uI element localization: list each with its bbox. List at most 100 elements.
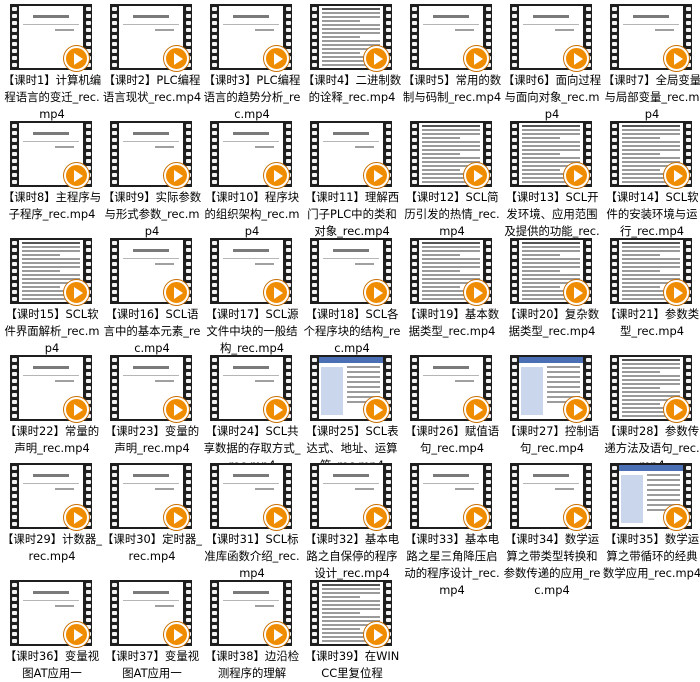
video-file-item[interactable]: 【课时31】SCL标准库函数介绍_rec.mp4 (202, 461, 302, 580)
video-file-item[interactable]: 【课时30】定时器_rec.mp4 (102, 461, 202, 571)
video-file-item[interactable]: 【课时18】SCL各个程序块的结构_rec.mp4 (302, 236, 402, 355)
video-file-item[interactable]: 【课时37】变量视图AT应用一 (102, 578, 202, 680)
file-name-label: 【课时1】计算机编程语言的变迁_rec.mp4 (2, 73, 102, 121)
video-file-item[interactable]: 【课时8】主程序与子程序_rec.mp4 (2, 119, 102, 229)
file-name-label: 【课时19】基本数据类型_rec.mp4 (404, 307, 500, 338)
video-file-item[interactable]: 【课时12】SCL简历引发的热情_rec.mp4 (402, 119, 502, 238)
video-file-item[interactable]: 【课时11】理解西门子PLC中的类和对象_rec.mp4 (302, 119, 402, 238)
video-file-item[interactable]: 【课时23】变量的声明_rec.mp4 (102, 353, 202, 463)
play-icon (564, 280, 589, 305)
file-name-label: 【课时32】基本电路之自保停的程序设计_rec.mp4 (304, 532, 400, 580)
video-file-item[interactable]: 【课时25】SCL表达式、地址、运算符_rec.mp4 (302, 353, 402, 472)
play-icon (264, 622, 289, 647)
film-perforation (510, 4, 518, 70)
video-file-item[interactable]: 【课时32】基本电路之自保停的程序设计_rec.mp4 (302, 461, 402, 580)
film-perforation (510, 121, 518, 187)
play-icon (64, 505, 89, 530)
film-perforation (210, 580, 218, 646)
video-file-item[interactable]: 【课时28】参数传递方法及语句_rec.mp4 (602, 353, 700, 472)
file-name-label: 【课时6】面向过程与面向对象_rec.mp4 (502, 73, 602, 121)
film-perforation (310, 463, 318, 529)
film-perforation (410, 355, 418, 421)
file-name-label: 【课时17】SCL源文件中块的一般结构_rec.mp4 (205, 307, 299, 355)
film-perforation (10, 121, 18, 187)
video-file-item[interactable]: 【课时6】面向过程与面向对象_rec.mp4 (502, 2, 602, 121)
video-file-item[interactable]: 【课时36】变量视图AT应用一 (2, 578, 102, 680)
video-file-item[interactable]: 【课时10】程序块的组织架构_rec.mp4 (202, 119, 302, 238)
play-icon (164, 46, 189, 71)
file-name-label: 【课时15】SCL软件界面解析_rec.mp4 (4, 307, 100, 355)
play-icon (464, 163, 489, 188)
play-icon (64, 280, 89, 305)
video-file-item[interactable]: 【课时14】SCL软件的安装环境与运行_rec.mp4 (602, 119, 700, 238)
video-file-item[interactable]: 【课时3】PLC编程语言的趋势分析_rec.mp4 (202, 2, 302, 121)
file-name-label: 【课时38】边沿检测程序的理解 (204, 649, 300, 680)
video-file-item[interactable]: 【课时24】SCL共享数据的存取方式_rec.mp4 (202, 353, 302, 472)
film-perforation (10, 4, 18, 70)
play-icon (564, 46, 589, 71)
video-file-item[interactable]: 【课时17】SCL源文件中块的一般结构_rec.mp4 (202, 236, 302, 355)
video-file-item[interactable]: 【课时7】全局变量与局部变量_rec.mp4 (602, 2, 700, 121)
play-icon (464, 397, 489, 422)
video-file-item[interactable]: 【课时1】计算机编程语言的变迁_rec.mp4 (2, 2, 102, 121)
file-name-label: 【课时22】常量的声明_rec.mp4 (4, 424, 100, 455)
film-perforation (110, 238, 118, 304)
file-name-label: 【课时30】定时器_rec.mp4 (102, 532, 202, 563)
play-icon (364, 505, 389, 530)
film-perforation (610, 463, 618, 529)
file-name-label: 【课时33】基本电路之星三角降压启动的程序设计_rec.mp4 (404, 532, 500, 597)
file-name-label: 【课时26】赋值语句_rec.mp4 (404, 424, 500, 455)
film-perforation (610, 238, 618, 304)
film-perforation (10, 463, 18, 529)
play-icon (164, 163, 189, 188)
video-file-item[interactable]: 【课时26】赋值语句_rec.mp4 (402, 353, 502, 463)
file-name-label: 【课时39】在WINCC里复位程 (304, 649, 400, 680)
video-file-item[interactable]: 【课时16】SCL语言中的基本元素_rec.mp4 (102, 236, 202, 355)
video-file-item[interactable]: 【课时38】边沿检测程序的理解 (202, 578, 302, 680)
video-file-item[interactable]: 【课时33】基本电路之星三角降压启动的程序设计_rec.mp4 (402, 461, 502, 597)
video-file-item[interactable]: 【课时13】SCL开发环境、应用范围及提供的功能_rec.mp4 (502, 119, 602, 255)
video-file-item[interactable]: 【课时4】二进制数的诠释_rec.mp4 (302, 2, 402, 112)
play-icon (164, 622, 189, 647)
video-file-item[interactable]: 【课时39】在WINCC里复位程 (302, 578, 402, 680)
video-file-item[interactable]: 【课时9】实际参数与形式参数_rec.mp4 (102, 119, 202, 238)
film-perforation (510, 355, 518, 421)
play-icon (64, 46, 89, 71)
video-file-item[interactable]: 【课时19】基本数据类型_rec.mp4 (402, 236, 502, 346)
play-icon (164, 280, 189, 305)
video-file-item[interactable]: 【课时22】常量的声明_rec.mp4 (2, 353, 102, 463)
video-file-item[interactable]: 【课时20】复杂数据类型_rec.mp4 (502, 236, 602, 346)
video-file-item[interactable]: 【课时5】常用的数制与码制_rec.mp4 (402, 2, 502, 112)
file-name-label: 【课时37】变量视图AT应用一 (104, 649, 200, 680)
video-file-item[interactable]: 【课时27】控制语句_rec.mp4 (502, 353, 602, 463)
film-perforation (410, 238, 418, 304)
file-name-label: 【课时27】控制语句_rec.mp4 (504, 424, 600, 455)
film-perforation (210, 355, 218, 421)
file-name-label: 【课时23】变量的声明_rec.mp4 (104, 424, 200, 455)
file-name-label: 【课时29】计数器_rec.mp4 (2, 532, 102, 563)
file-name-label: 【课时18】SCL各个程序块的结构_rec.mp4 (303, 307, 401, 355)
file-grid: 【课时1】计算机编程语言的变迁_rec.mp4 【课时2】PLC编程语言现状_re… (0, 0, 700, 680)
video-file-item[interactable]: 【课时2】PLC编程语言现状_rec.mp4 (102, 2, 202, 112)
film-perforation (310, 121, 318, 187)
film-perforation (610, 4, 618, 70)
film-perforation (210, 121, 218, 187)
file-name-label: 【课时9】实际参数与形式参数_rec.mp4 (102, 190, 202, 238)
file-name-label: 【课时4】二进制数的诠释_rec.mp4 (302, 73, 402, 104)
video-file-item[interactable]: 【课时29】计数器_rec.mp4 (2, 461, 102, 571)
play-icon (664, 163, 689, 188)
film-perforation (310, 580, 318, 646)
video-file-item[interactable]: 【课时35】数学运算之带循环的经典数学应用_rec.mp4 (602, 461, 700, 580)
play-icon (264, 397, 289, 422)
play-icon (564, 397, 589, 422)
play-icon (64, 397, 89, 422)
file-name-label: 【课时16】SCL语言中的基本元素_rec.mp4 (103, 307, 201, 355)
file-name-label: 【课时14】SCL软件的安装环境与运行_rec.mp4 (605, 190, 699, 238)
film-perforation (110, 4, 118, 70)
video-file-item[interactable]: 【课时21】参数类型_rec.mp4 (602, 236, 700, 346)
play-icon (564, 163, 589, 188)
play-icon (164, 397, 189, 422)
video-file-item[interactable]: 【课时15】SCL软件界面解析_rec.mp4 (2, 236, 102, 355)
file-name-label: 【课时34】数学运算之带类型转换和参数传递的应用_rec.mp4 (503, 532, 601, 597)
video-file-item[interactable]: 【课时34】数学运算之带类型转换和参数传递的应用_rec.mp4 (502, 461, 602, 597)
